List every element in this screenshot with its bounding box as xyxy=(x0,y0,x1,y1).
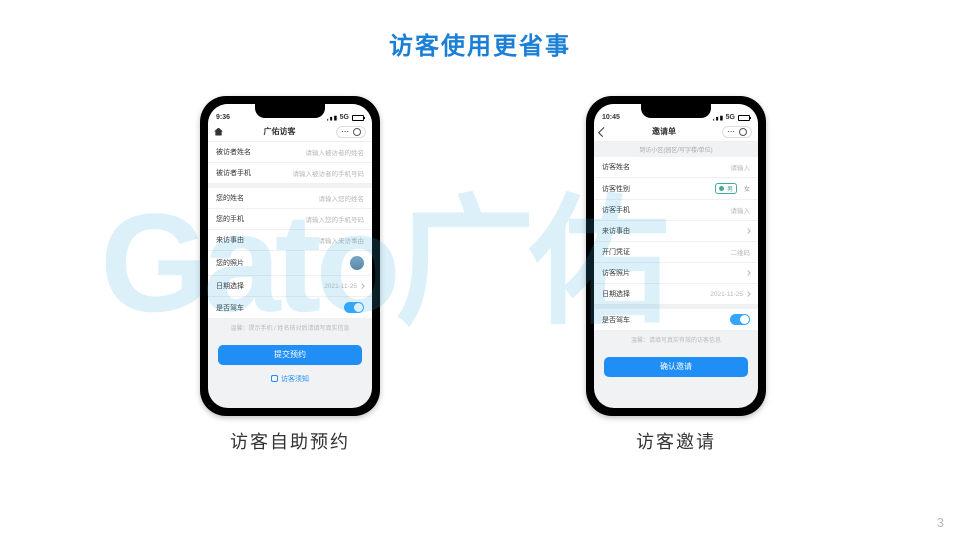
slide-title: 访客使用更省事 xyxy=(0,26,960,61)
chevron-right-icon xyxy=(745,270,751,276)
placeholder: 请输入您的手机号码 xyxy=(306,214,365,224)
row-your-phone[interactable]: 您的手机 请输入您的手机号码 xyxy=(208,209,372,230)
row-drive-toggle[interactable]: 是否驾车 xyxy=(208,297,372,319)
label: 您的照片 xyxy=(216,258,244,268)
label: 日期选择 xyxy=(602,289,630,299)
label: 开门凭证 xyxy=(602,247,630,257)
row-door-credential[interactable]: 开门凭证 二维码 xyxy=(594,242,758,263)
back-icon[interactable] xyxy=(598,127,608,137)
chevron-right-icon xyxy=(359,283,365,289)
row-guest-gender[interactable]: 访客性别 男 女 xyxy=(594,178,758,200)
row-guest-name[interactable]: 访客姓名 请输入 xyxy=(594,157,758,178)
home-icon[interactable] xyxy=(214,128,223,136)
nav-title: 广佑访客 xyxy=(264,126,296,137)
gender-option-selected[interactable]: 男 xyxy=(715,183,737,194)
row-date-select[interactable]: 日期选择 2021-11-25 xyxy=(594,284,758,305)
battery-icon xyxy=(738,115,750,121)
value: 2021-11-25 xyxy=(710,291,743,298)
status-bar: 10:45 5G xyxy=(594,104,758,122)
placeholder: 请输入来访事由 xyxy=(319,235,365,245)
row-visitee-phone[interactable]: 被访者手机 请输入被访者的手机号码 xyxy=(208,163,372,184)
link-text: 访客须知 xyxy=(281,376,309,383)
confirm-invite-button[interactable]: 确认邀请 xyxy=(604,357,748,377)
miniapp-menu[interactable]: ⋯ xyxy=(722,126,752,138)
caption-left: 访客自助预约 xyxy=(190,428,390,454)
toggle-on-icon[interactable] xyxy=(730,314,750,325)
placeholder: 请输入 xyxy=(731,205,751,215)
chevron-right-icon xyxy=(745,291,751,297)
nav-bar: 广佑访客 ⋯ xyxy=(208,122,372,142)
gender-option[interactable]: 女 xyxy=(744,184,750,193)
miniapp-menu[interactable]: ⋯ xyxy=(336,126,366,138)
label: 被访者手机 xyxy=(216,168,251,178)
status-time: 9:36 xyxy=(216,114,230,121)
row-your-name[interactable]: 您的姓名 请输入您的姓名 xyxy=(208,188,372,209)
signal-icon xyxy=(713,115,723,121)
row-visit-reason[interactable]: 来访事由 xyxy=(594,221,758,242)
more-icon: ⋯ xyxy=(341,127,350,137)
radio-on-icon xyxy=(719,186,724,191)
placeholder: 请输入 xyxy=(731,162,751,172)
label: 是否驾车 xyxy=(216,303,244,313)
nav-bar: 邀请单 ⋯ xyxy=(594,122,758,142)
visitor-notice-link[interactable]: 访客须知 xyxy=(208,371,372,387)
row-your-photo[interactable]: 您的照片 xyxy=(208,251,372,276)
avatar-icon xyxy=(350,256,364,270)
row-date-select[interactable]: 日期选择 2021-11-25 xyxy=(208,276,372,297)
row-drive-toggle[interactable]: 是否驾车 xyxy=(594,309,758,331)
status-net: 5G xyxy=(726,114,735,121)
label: 来访事由 xyxy=(602,226,630,236)
phone-mock-left: 9:36 5G 广佑访客 ⋯ xyxy=(200,96,380,416)
label: 您的姓名 xyxy=(216,193,244,203)
close-icon xyxy=(739,128,747,136)
row-visit-reason[interactable]: 来访事由 请输入来访事由 xyxy=(208,230,372,251)
status-time: 10:45 xyxy=(602,114,620,121)
row-guest-photo[interactable]: 访客照片 xyxy=(594,263,758,284)
row-guest-phone[interactable]: 访客手机 请输入 xyxy=(594,200,758,221)
label: 您的手机 xyxy=(216,214,244,224)
caption-right: 访客邀请 xyxy=(576,428,776,454)
section-subheader: 到访小区(园区/写字楼/单位) xyxy=(594,142,758,157)
placeholder: 请输入您的姓名 xyxy=(319,193,365,203)
hint-text: 温馨：提示手机 / 姓名核对后请填写真实信息 xyxy=(208,319,372,339)
placeholder: 请输入被访者的手机号码 xyxy=(293,168,365,178)
hint-text: 温馨：请填写真实有效的访客信息 xyxy=(594,331,758,351)
label: 是否驾车 xyxy=(602,315,630,325)
label: 访客手机 xyxy=(602,205,630,215)
battery-icon xyxy=(352,115,364,121)
submit-button[interactable]: 提交预约 xyxy=(218,345,362,365)
value: 2021-11-25 xyxy=(324,283,357,290)
close-icon xyxy=(353,128,361,136)
more-icon: ⋯ xyxy=(727,127,736,137)
status-net: 5G xyxy=(340,114,349,121)
label: 日期选择 xyxy=(216,281,244,291)
signal-icon xyxy=(327,115,337,121)
label: 访客照片 xyxy=(602,268,630,278)
label: 访客姓名 xyxy=(602,162,630,172)
label: 来访事由 xyxy=(216,235,244,245)
status-bar: 9:36 5G xyxy=(208,104,372,122)
doc-icon xyxy=(271,375,278,382)
chevron-right-icon xyxy=(745,228,751,234)
toggle-on-icon[interactable] xyxy=(344,302,364,313)
phone-mock-right: 10:45 5G 邀请单 ⋯ xyxy=(586,96,766,416)
label: 访客性别 xyxy=(602,184,630,194)
page-number: 3 xyxy=(937,515,944,530)
row-visitee-name[interactable]: 被访者姓名 请输入被访者的姓名 xyxy=(208,142,372,163)
nav-title: 邀请单 xyxy=(652,126,676,137)
value: 二维码 xyxy=(731,247,751,257)
placeholder: 请输入被访者的姓名 xyxy=(306,147,365,157)
label: 被访者姓名 xyxy=(216,147,251,157)
